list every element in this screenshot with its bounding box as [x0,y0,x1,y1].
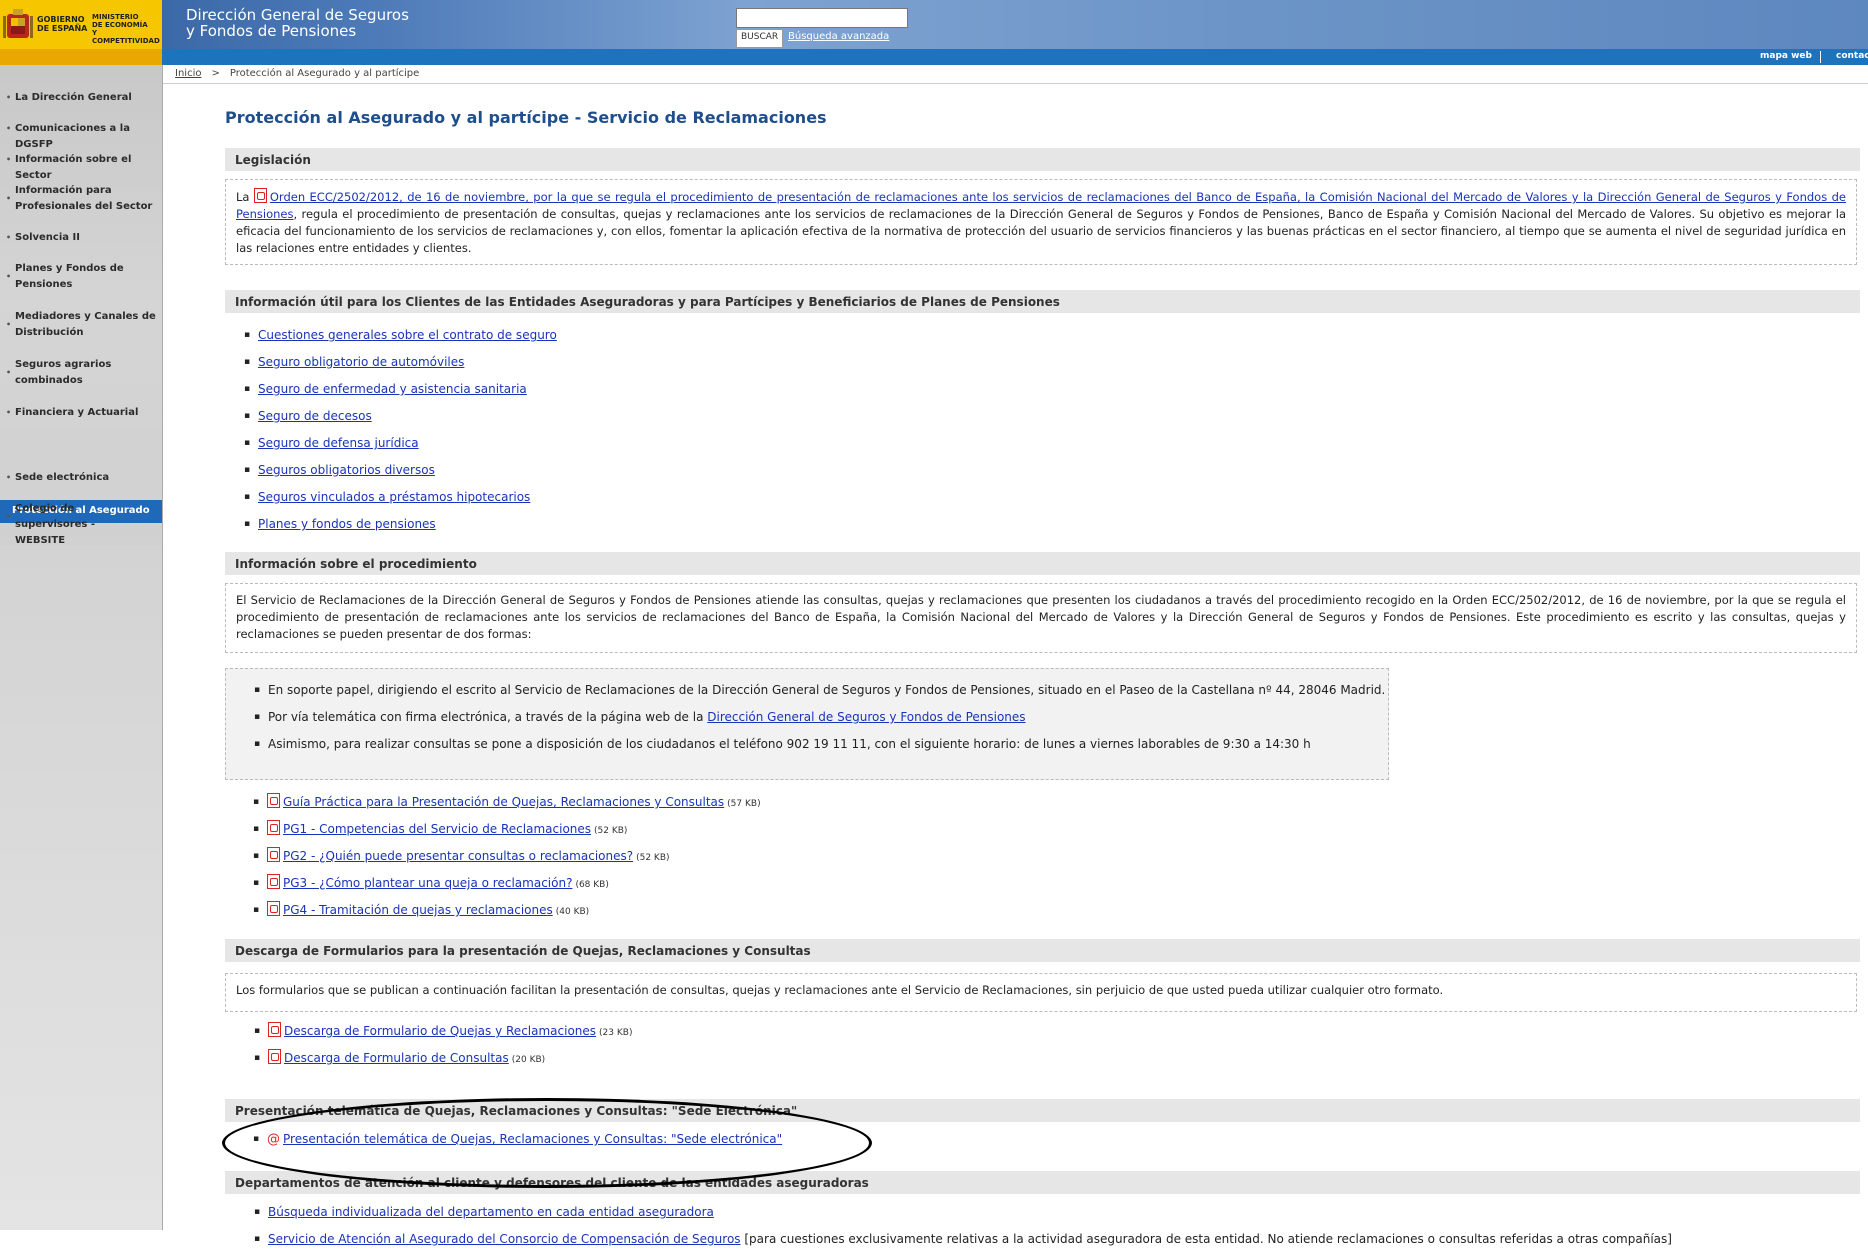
list-item: Descarga de Formulario de Consultas(20 K… [254,1049,632,1076]
government-logo[interactable]: GOBIERNO DE ESPAÑA MINISTERIO DE ECONOMÍA Y… [0,0,162,49]
link-pg3[interactable]: PG3 - ¿Cómo plantear una queja o reclama… [283,876,572,890]
sidebar-nav: • La Dirección General • Comunicaciones a … [0,65,163,1230]
procedimiento-ways-box: En soporte papel, dirigiendo el escrito … [225,668,1389,780]
search-input[interactable] [736,8,908,28]
link-prestamos-hipotecarios[interactable]: Seguros vinculados a préstamos hipotecar… [258,490,530,504]
site-title-line2: y Fondos de Pensiones [186,22,357,40]
page-title: Protección al Asegurado y al partícipe -… [225,108,827,127]
section-heading-procedimiento: Información sobre el procedimiento [225,552,1860,575]
contact-link[interactable]: contact [1836,51,1868,61]
pdf-icon [253,188,267,203]
section-heading-formularios: Descarga de Formularios para la presenta… [225,939,1860,962]
link-planes-fondos[interactable]: Planes y fondos de pensiones [258,517,436,531]
site-header: GOBIERNO DE ESPAÑA MINISTERIO DE ECONOMÍA Y… [0,0,1868,49]
link-seguro-decesos[interactable]: Seguro de decesos [258,409,372,423]
link-obligatorios-diversos[interactable]: Seguros obligatorios diversos [258,463,435,477]
pdf-icon [267,820,280,835]
pdf-icon [267,874,280,889]
list-item: Guía Práctica para la Presentación de Qu… [253,793,761,820]
link-formulario-quejas[interactable]: Descarga de Formulario de Quejas y Recla… [284,1024,596,1038]
list-item: Cuestiones generales sobre el contrato d… [244,326,557,353]
formularios-text: Los formularios que se publican a contin… [236,983,1444,997]
departamentos-list: Búsqueda individualizada del departament… [254,1203,1672,1257]
link-formulario-consultas[interactable]: Descarga de Formulario de Consultas [284,1051,509,1065]
list-item: PG2 - ¿Quién puede presentar consultas o… [253,847,761,874]
breadcrumb: Inicio > Protección al Asegurado y al part… [175,68,419,79]
link-pg4[interactable]: PG4 - Tramitación de quejas y reclamacio… [283,903,553,917]
highlight-ellipse [222,1098,872,1188]
link-cuestiones-generales[interactable]: Cuestiones generales sobre el contrato d… [258,328,557,342]
procedimiento-box: El Servicio de Reclamaciones de la Direc… [225,583,1857,653]
list-item: Planes y fondos de pensiones [244,515,557,542]
list-item: En soporte papel, dirigiendo el escrito … [254,681,1385,708]
list-item: Seguro de enfermedad y asistencia sanita… [244,380,557,407]
procedimiento-text: El Servicio de Reclamaciones de la Direc… [236,593,1846,641]
breadcrumb-divider [163,83,1868,84]
dgsfp-link[interactable]: Dirección General de Seguros y Fondos de… [707,710,1025,724]
list-item: Asimismo, para realizar consultas se pon… [254,735,1385,762]
breadcrumb-home-link[interactable]: Inicio [175,68,201,79]
section-heading-legislacion: Legislación [225,148,1860,171]
advanced-search-link[interactable]: Búsqueda avanzada [788,31,889,42]
list-item: Seguro obligatorio de automóviles [244,353,557,380]
procedimiento-docs-list: Guía Práctica para la Presentación de Qu… [253,793,761,928]
top-bar-divider [1820,51,1821,63]
link-pg1[interactable]: PG1 - Competencias del Servicio de Recla… [283,822,591,836]
link-seguro-enfermedad[interactable]: Seguro de enfermedad y asistencia sanita… [258,382,527,396]
list-item: Búsqueda individualizada del departament… [254,1203,1672,1230]
list-item: Seguro de decesos [244,407,557,434]
link-busqueda-departamento[interactable]: Búsqueda individualizada del departament… [268,1205,714,1219]
pdf-icon [267,901,280,916]
section-heading-info-util: Información útil para los Clientes de la… [225,290,1860,313]
list-item: Seguros vinculados a préstamos hipotecar… [244,488,557,515]
info-util-list: Cuestiones generales sobre el contrato d… [244,326,557,542]
pdf-icon [267,847,280,862]
site-title[interactable]: Dirección General de Seguros y Fondos de… [186,7,409,39]
link-defensa-juridica[interactable]: Seguro de defensa jurídica [258,436,419,450]
ministry-name: MINISTERIO DE ECONOMÍA Y COMPETITIVIDAD [92,13,160,45]
top-bar-accent [0,49,162,65]
pdf-icon [267,793,280,808]
list-item: Seguro de defensa jurídica [244,434,557,461]
link-guia-practica[interactable]: Guía Práctica para la Presentación de Qu… [283,795,724,809]
breadcrumb-current: Protección al Asegurado y al partícipe [229,68,420,79]
formularios-docs-list: Descarga de Formulario de Quejas y Recla… [254,1022,632,1076]
legislacion-box: La Orden ECC/2502/2012, de 16 de noviemb… [225,179,1857,265]
top-bar: mapa web contact [0,49,1868,65]
gov-name: GOBIERNO DE ESPAÑA [37,15,88,33]
link-consorcio-compensacion[interactable]: Servicio de Atención al Asegurado del Co… [268,1232,741,1246]
pdf-icon [268,1049,281,1064]
list-item: Servicio de Atención al Asegurado del Co… [254,1230,1672,1257]
pdf-icon [268,1022,281,1037]
list-item: Seguros obligatorios diversos [244,461,557,488]
list-item: Descarga de Formulario de Quejas y Recla… [254,1022,632,1049]
list-item: PG3 - ¿Cómo plantear una queja o reclama… [253,874,761,901]
list-item: PG4 - Tramitación de quejas y reclamacio… [253,901,761,928]
coat-of-arms-icon [3,9,33,38]
list-item: Por vía telemática con firma electrónica… [254,708,1385,735]
site-map-link[interactable]: mapa web [1760,51,1812,61]
link-pg2[interactable]: PG2 - ¿Quién puede presentar consultas o… [283,849,633,863]
search-button[interactable]: BUSCAR [736,29,784,48]
list-item: PG1 - Competencias del Servicio de Recla… [253,820,761,847]
breadcrumb-separator: > [211,68,220,79]
link-seguro-automoviles[interactable]: Seguro obligatorio de automóviles [258,355,464,369]
formularios-box: Los formularios que se publican a contin… [225,973,1857,1012]
site-title-line1: Dirección General de Seguros [186,6,409,24]
